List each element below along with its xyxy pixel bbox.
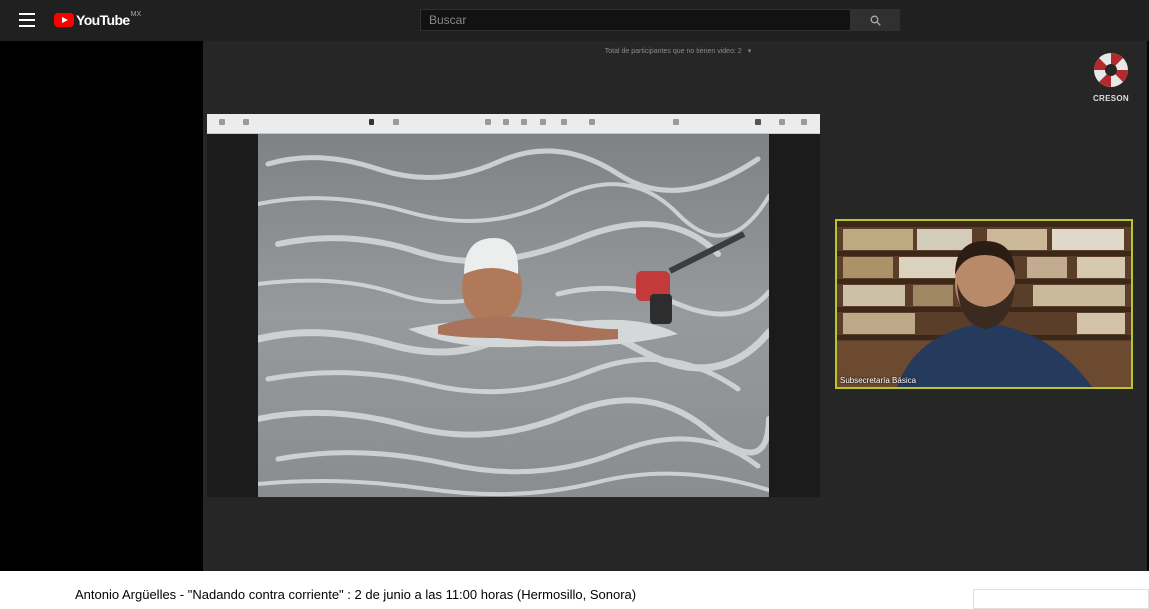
toolbar-icon [393, 119, 399, 125]
shared-window-toolbar [207, 114, 820, 134]
toolbar-icon [561, 119, 567, 125]
play-icon [369, 119, 374, 125]
participants-note-text: Total de participantes que no tienen vid… [604, 48, 742, 55]
toolbar-icon [801, 119, 807, 125]
below-player: Antonio Argüelles - "Nadando contra corr… [0, 571, 1149, 609]
search-input[interactable] [420, 9, 851, 31]
meeting-stage: Total de participantes que no tienen vid… [203, 41, 1147, 571]
creson-logo: CRESON [1092, 52, 1130, 103]
speaker-name-label: Subsecretaría Básica [840, 376, 917, 385]
participants-note[interactable]: Total de participantes que no tienen vid… [588, 47, 768, 55]
youtube-logo[interactable]: YouTube MX [54, 11, 141, 29]
menu-icon[interactable] [19, 13, 35, 27]
swimmer-photo [258, 134, 769, 497]
top-bar: YouTube MX [0, 0, 1149, 41]
caret-down-icon: ▾ [747, 48, 752, 55]
creson-name: CRESON [1092, 94, 1130, 103]
toolbar-icon [540, 119, 546, 125]
search-button[interactable] [851, 9, 900, 31]
video-player[interactable]: Total de participantes que no tienen vid… [0, 41, 1149, 571]
youtube-play-icon [54, 13, 74, 27]
toolbar-icon [673, 119, 679, 125]
toolbar-icon [243, 119, 249, 125]
toolbar-icon [755, 119, 761, 125]
toolbar-icon [521, 119, 527, 125]
logo-text: YouTube [76, 12, 130, 28]
toolbar-icon [485, 119, 491, 125]
shared-screen [207, 114, 820, 497]
speaker-video-tile: Subsecretaría Básica [835, 219, 1133, 389]
toolbar-icon [219, 119, 225, 125]
side-panel [973, 589, 1149, 609]
toolbar-icon [779, 119, 785, 125]
country-code: MX [130, 10, 142, 18]
toolbar-icon [589, 119, 595, 125]
toolbar-icon [503, 119, 509, 125]
search-icon [870, 15, 881, 26]
creson-emblem-icon [1094, 53, 1128, 87]
